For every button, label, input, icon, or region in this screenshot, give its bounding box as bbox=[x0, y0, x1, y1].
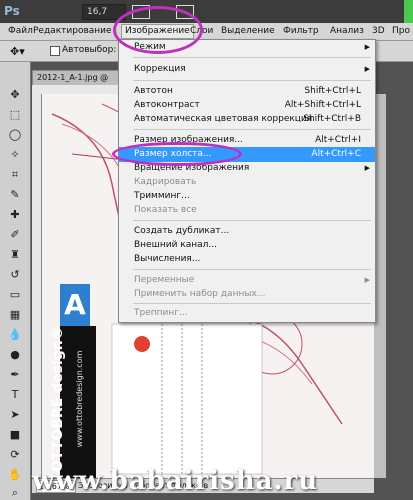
menu-edit[interactable]: Редактирование bbox=[33, 25, 112, 38]
menu-divider bbox=[133, 80, 371, 81]
shape-tool-icon[interactable]: ■ bbox=[8, 428, 22, 442]
menu-filter[interactable]: Фильтр bbox=[283, 25, 319, 38]
tools-panel: ✥ ⬚ ◯ ✧ ⌗ ✎ ✚ ✐ ♜ ↺ ▭ ▦ 💧 ● ✒ T ➤ ■ ⟳ ✋ … bbox=[0, 62, 31, 500]
hand-tool-icon[interactable]: ✋ bbox=[8, 468, 22, 482]
lasso-tool-icon[interactable]: ◯ bbox=[8, 128, 22, 142]
menu-view[interactable]: Про bbox=[392, 25, 410, 38]
menu-item-reveal-all: Показать все bbox=[134, 205, 197, 215]
3d-rotate-icon[interactable]: ⟳ bbox=[8, 448, 22, 462]
menu-item-apply-data-set: Применить набор данных... bbox=[134, 289, 266, 299]
menu-item-variables: Переменные ▶ bbox=[119, 273, 375, 288]
menu-file[interactable]: Файл bbox=[8, 25, 33, 38]
dodge-tool-icon[interactable]: ● bbox=[8, 348, 22, 362]
zoom-tool-icon[interactable]: ⌕ bbox=[8, 486, 22, 500]
cover-letter: A bbox=[60, 284, 90, 326]
menu-select[interactable]: Выделение bbox=[221, 25, 275, 38]
submenu-arrow-icon: ▶ bbox=[364, 164, 370, 172]
submenu-arrow-icon: ▶ bbox=[364, 276, 370, 284]
menu-item-auto-contrast[interactable]: Автоконтраст Alt+Shift+Ctrl+L bbox=[119, 98, 375, 113]
menu-item-trim[interactable]: Тримминг... bbox=[119, 189, 375, 204]
menu-item-crop: Кадрировать bbox=[134, 177, 197, 187]
highlight-circle-canvas-size bbox=[112, 142, 242, 166]
blur-tool-icon[interactable]: 💧 bbox=[8, 328, 22, 342]
path-selection-icon[interactable]: ➤ bbox=[8, 408, 22, 422]
eyedropper-icon[interactable]: ✎ bbox=[8, 188, 22, 202]
healing-brush-icon[interactable]: ✚ bbox=[8, 208, 22, 222]
menu-item-calculations[interactable]: Вычисления... bbox=[119, 252, 375, 267]
marquee-tool-icon[interactable]: ⬚ bbox=[8, 108, 22, 122]
image-menu-dropdown: Режим ▶ Коррекция ▶ Автотон Shift+Ctrl+L Ав… bbox=[118, 39, 376, 323]
menu-divider bbox=[133, 129, 371, 130]
submenu-arrow-icon: ▶ bbox=[364, 43, 370, 51]
gradient-tool-icon[interactable]: ▦ bbox=[8, 308, 22, 322]
pen-tool-icon[interactable]: ✒ bbox=[8, 368, 22, 382]
ruler-vertical bbox=[32, 94, 42, 486]
menu-3d[interactable]: 3D bbox=[372, 25, 385, 38]
submenu-arrow-icon: ▶ bbox=[364, 65, 370, 73]
highlight-circle-menu bbox=[113, 6, 203, 54]
menu-divider bbox=[133, 220, 371, 221]
menu-divider bbox=[133, 303, 371, 304]
menu-item-auto-color[interactable]: Автоматическая цветовая коррекция Shift+C… bbox=[119, 112, 375, 127]
brand-title: OTTOBRE design® bbox=[50, 326, 66, 472]
history-brush-icon[interactable]: ↺ bbox=[8, 268, 22, 282]
type-tool-icon[interactable]: T bbox=[8, 388, 22, 402]
menu-divider bbox=[133, 269, 371, 270]
menu-divider bbox=[133, 57, 371, 58]
move-tool-icon[interactable]: ✥▾ bbox=[10, 45, 25, 58]
menu-item-apply-image[interactable]: Внешний канал... bbox=[119, 238, 375, 253]
accent-strip bbox=[404, 0, 413, 23]
crop-tool-icon[interactable]: ⌗ bbox=[8, 168, 22, 182]
menu-item-auto-tone[interactable]: Автотон Shift+Ctrl+L bbox=[119, 84, 375, 99]
brand-url: www.ottobredesign.com bbox=[75, 350, 84, 448]
eraser-tool-icon[interactable]: ▭ bbox=[8, 288, 22, 302]
stamp-tool-icon[interactable]: ♜ bbox=[8, 248, 22, 262]
autoselect-checkbox[interactable] bbox=[50, 46, 60, 56]
watermark-text: www.babairisha.ru bbox=[32, 466, 319, 496]
application-bar: Ps 16,7 bbox=[0, 0, 413, 23]
menu-item-trap: Треппинг... bbox=[134, 308, 188, 318]
menu-item-duplicate[interactable]: Создать дубликат... bbox=[119, 224, 375, 239]
menu-item-adjustments[interactable]: Коррекция ▶ bbox=[119, 62, 375, 77]
brush-tool-icon[interactable]: ✐ bbox=[8, 228, 22, 242]
photoshop-logo: Ps bbox=[4, 4, 20, 18]
magic-wand-icon[interactable]: ✧ bbox=[8, 148, 22, 162]
autoselect-label: Автовыбор: bbox=[62, 45, 117, 55]
menu-analysis[interactable]: Анализ bbox=[330, 25, 364, 38]
move-tool-icon[interactable]: ✥ bbox=[8, 88, 22, 102]
document-tab[interactable]: 2012-1_A-1.jpg @ bbox=[32, 70, 124, 86]
